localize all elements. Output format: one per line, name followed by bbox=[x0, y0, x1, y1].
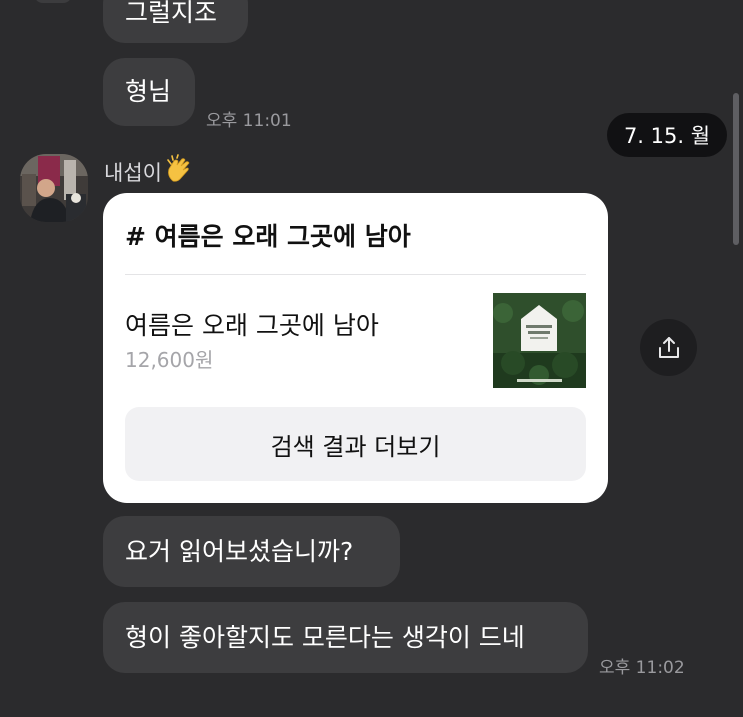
avatar-photo bbox=[20, 154, 88, 222]
clapping-hands-icon bbox=[164, 154, 194, 189]
message-text: 형님 bbox=[125, 77, 172, 106]
more-results-button[interactable]: 검색 결과 더보기 bbox=[125, 407, 586, 481]
sender-avatar[interactable] bbox=[20, 154, 88, 222]
more-results-label: 검색 결과 더보기 bbox=[270, 432, 441, 461]
share-button[interactable] bbox=[640, 319, 697, 376]
book-search-card[interactable]: # 여름은 오래 그곳에 남아 여름은 오래 그곳에 남아 12,600원 검색… bbox=[103, 193, 608, 503]
message-text: 형이 좋아할지도 모른다는 생각이 드네 bbox=[125, 622, 525, 652]
previous-avatar bbox=[34, 0, 72, 3]
sender-name: 내섭이 bbox=[104, 160, 162, 185]
chat-room: 그럴지조 형님 오후 11:01 7. 15. 월 내섭이 # 여름은 오래 그… bbox=[0, 0, 743, 717]
message-timestamp: 오후 11:02 bbox=[599, 658, 685, 678]
message-text: 그럴지조 bbox=[125, 0, 218, 27]
book-title[interactable]: 여름은 오래 그곳에 남아 bbox=[125, 306, 379, 342]
card-title: # 여름은 오래 그곳에 남아 bbox=[125, 222, 411, 251]
book-cover-image[interactable] bbox=[493, 293, 586, 388]
message-bubble[interactable]: 그럴지조 bbox=[103, 0, 248, 43]
card-divider bbox=[125, 274, 586, 275]
date-label: 7. 15. 월 bbox=[623, 124, 711, 148]
message-bubble[interactable]: 요거 읽어보셨습니까? bbox=[103, 516, 400, 587]
book-price: 12,600원 bbox=[125, 348, 214, 372]
share-icon bbox=[658, 336, 679, 358]
date-divider: 7. 15. 월 bbox=[607, 113, 727, 157]
message-bubble[interactable]: 형님 bbox=[103, 58, 195, 126]
message-timestamp: 오후 11:01 bbox=[206, 111, 292, 131]
message-text: 요거 읽어보셨습니까? bbox=[125, 536, 354, 566]
scrollbar[interactable] bbox=[733, 93, 739, 245]
message-bubble[interactable]: 형이 좋아할지도 모른다는 생각이 드네 bbox=[103, 602, 588, 673]
sender-name-row: 내섭이 bbox=[104, 154, 194, 189]
